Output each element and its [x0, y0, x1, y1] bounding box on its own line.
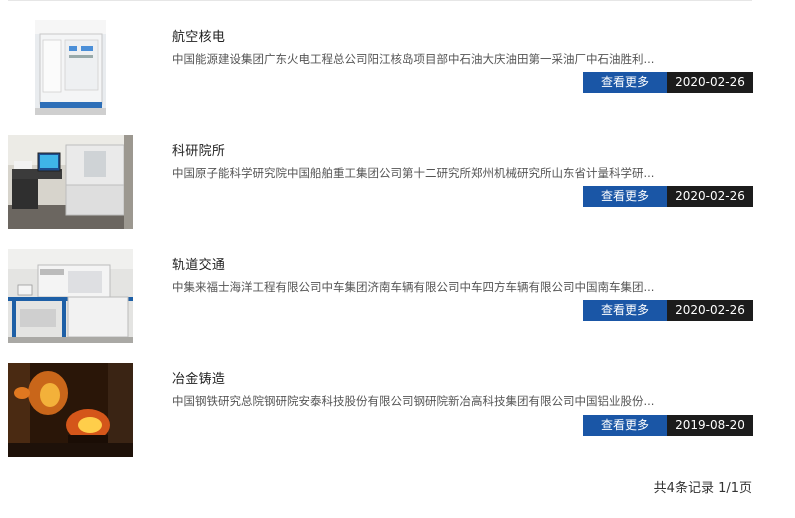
item-title[interactable]: 科研院所 [172, 140, 225, 159]
product-thumbnail[interactable] [8, 135, 133, 229]
top-divider [8, 0, 752, 1]
date-badge: 2019-08-20 [667, 415, 753, 436]
item-description: 中集来福士海洋工程有限公司中车集团济南车辆有限公司中车四方车辆有限公司中国南车集… [172, 280, 655, 294]
item-description: 中国能源建设集团广东火电工程总公司阳江核岛项目部中石油大庆油田第一采油厂中石油胜… [172, 52, 655, 66]
date-badge: 2020-02-26 [667, 300, 753, 321]
product-thumbnail[interactable] [8, 363, 133, 457]
item-title[interactable]: 冶金铸造 [172, 368, 225, 387]
item-title[interactable]: 轨道交通 [172, 254, 225, 273]
date-badge: 2020-02-26 [667, 72, 753, 93]
item-description: 中国原子能科学研究院中国船舶重工集团公司第十二研究所郑州机械研究所山东省计量科学… [172, 166, 655, 180]
date-badge: 2020-02-26 [667, 186, 753, 207]
product-thumbnail[interactable] [35, 20, 106, 115]
view-more-button[interactable]: 查看更多 [583, 415, 667, 436]
list-item: 航空核电 中国能源建设集团广东火电工程总公司阳江核岛项目部中石油大庆油田第一采油… [0, 16, 795, 116]
pagination-info: 共4条记录 1/1页 [653, 481, 752, 496]
view-more-button[interactable]: 查看更多 [583, 300, 667, 321]
list-item: 冶金铸造 中国钢铁研究总院钢研院安泰科技股份有限公司钢研院新冶高科技集团有限公司… [0, 358, 795, 458]
item-title[interactable]: 航空核电 [172, 26, 225, 45]
item-description: 中国钢铁研究总院钢研院安泰科技股份有限公司钢研院新冶高科技集团有限公司中国铝业股… [172, 394, 655, 408]
list-item: 科研院所 中国原子能科学研究院中国船舶重工集团公司第十二研究所郑州机械研究所山东… [0, 130, 795, 230]
view-more-button[interactable]: 查看更多 [583, 72, 667, 93]
view-more-button[interactable]: 查看更多 [583, 186, 667, 207]
list-item: 轨道交通 中集来福士海洋工程有限公司中车集团济南车辆有限公司中车四方车辆有限公司… [0, 244, 795, 344]
product-thumbnail[interactable] [8, 249, 133, 343]
